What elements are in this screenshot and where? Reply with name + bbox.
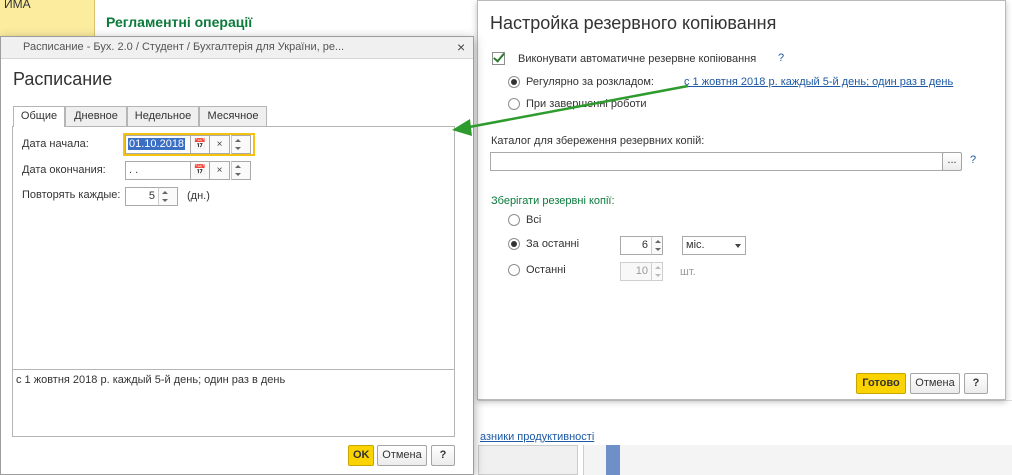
keep-last-period-radio[interactable] (508, 238, 520, 250)
ok-button[interactable]: OK (348, 445, 374, 466)
keep-last-period-label: За останні (526, 238, 580, 250)
period-unit-value: міс. (686, 239, 705, 251)
start-date-value: 01.10.2018 (128, 138, 186, 150)
repeat-stepper[interactable] (158, 187, 178, 206)
end-date-stepper[interactable] (231, 161, 251, 180)
bg-nav-item[interactable]: ИМА (0, 0, 95, 36)
catalog-input[interactable] (490, 152, 943, 171)
repeat-input[interactable]: 5 (125, 187, 159, 206)
keep-all-label: Всі (526, 214, 542, 226)
bg-panel-a (478, 445, 578, 475)
tab-monthly[interactable]: Месячное (199, 106, 267, 126)
auto-backup-checkbox[interactable] (492, 52, 505, 65)
schedule-link[interactable]: с 1 жовтня 2018 р. каждый 5-й день; один… (684, 76, 953, 88)
schedule-help-button[interactable]: ? (431, 445, 455, 466)
bg-performance-link[interactable]: азники продуктивності (480, 431, 594, 443)
tab-daily[interactable]: Дневное (65, 106, 127, 126)
keep-last-count-label: Останні (526, 264, 566, 276)
auto-backup-help-icon[interactable]: ? (778, 52, 784, 64)
end-date-input[interactable]: . . (125, 161, 191, 180)
schedule-titlebar[interactable]: Расписание - Бух. 2.0 / Студент / Бухгал… (1, 37, 473, 59)
bg-nav-item-label: ИМА (4, 0, 31, 11)
backup-help-button[interactable]: ? (964, 373, 988, 394)
start-date-label: Дата начала: (22, 138, 89, 150)
start-date-input[interactable]: 01.10.2018 (125, 135, 191, 154)
on-exit-label: При завершенні роботи (526, 98, 647, 110)
schedule-window-title: Расписание - Бух. 2.0 / Студент / Бухгал… (23, 41, 345, 53)
last-period-input[interactable]: 6 (620, 236, 652, 255)
bg-section-heading: Регламентні операції (106, 14, 253, 30)
schedule-radio[interactable] (508, 76, 520, 88)
keep-backups-label: Зберігати резервні копії: (491, 195, 615, 207)
browse-button[interactable]: ... (942, 152, 962, 171)
bg-panel-b (583, 445, 1012, 475)
start-date-calendar-icon[interactable]: 📅 (190, 135, 210, 154)
chevron-down-icon (735, 244, 741, 248)
schedule-title: Расписание (13, 69, 113, 89)
backup-dialog-title: Настройка резервного копіювання (490, 13, 777, 33)
end-date-clear-icon[interactable]: × (209, 161, 230, 180)
tab-weekly[interactable]: Недельное (127, 106, 199, 126)
count-unit-label: шт. (680, 266, 696, 278)
auto-backup-label: Виконувати автоматичне резервне копіюван… (518, 53, 757, 65)
done-button[interactable]: Готово (856, 373, 906, 394)
keep-all-radio[interactable] (508, 214, 520, 226)
backup-cancel-button[interactable]: Отмена (910, 373, 960, 394)
last-count-stepper[interactable] (651, 262, 663, 281)
last-count-input[interactable]: 10 (620, 262, 652, 281)
backup-settings-dialog: Настройка резервного копіювання Виконува… (477, 0, 1006, 400)
schedule-cancel-button[interactable]: Отмена (377, 445, 427, 466)
bg-scroll-bar (606, 445, 620, 475)
end-date-label: Дата окончания: (22, 164, 106, 176)
repeat-unit-label: (дн.) (187, 190, 210, 202)
start-date-stepper[interactable] (231, 135, 251, 154)
catalog-help-icon[interactable]: ? (970, 154, 976, 166)
period-unit-select[interactable]: міс. (682, 236, 746, 255)
start-date-clear-icon[interactable]: × (209, 135, 230, 154)
repeat-label: Повторять каждые: (22, 189, 121, 201)
keep-last-count-radio[interactable] (508, 264, 520, 276)
close-icon[interactable]: × (457, 39, 465, 55)
on-exit-radio[interactable] (508, 98, 520, 110)
end-date-calendar-icon[interactable]: 📅 (190, 161, 210, 180)
catalog-label: Каталог для збереження резервних копій: (491, 135, 705, 147)
schedule-dialog: Расписание - Бух. 2.0 / Студент / Бухгал… (0, 36, 474, 475)
schedule-summary: с 1 жовтня 2018 р. каждый 5-й день; один… (12, 369, 455, 437)
last-period-stepper[interactable] (651, 236, 663, 255)
tab-general[interactable]: Общие (13, 106, 65, 127)
schedule-option-label: Регулярно за розкладом: (526, 76, 654, 88)
